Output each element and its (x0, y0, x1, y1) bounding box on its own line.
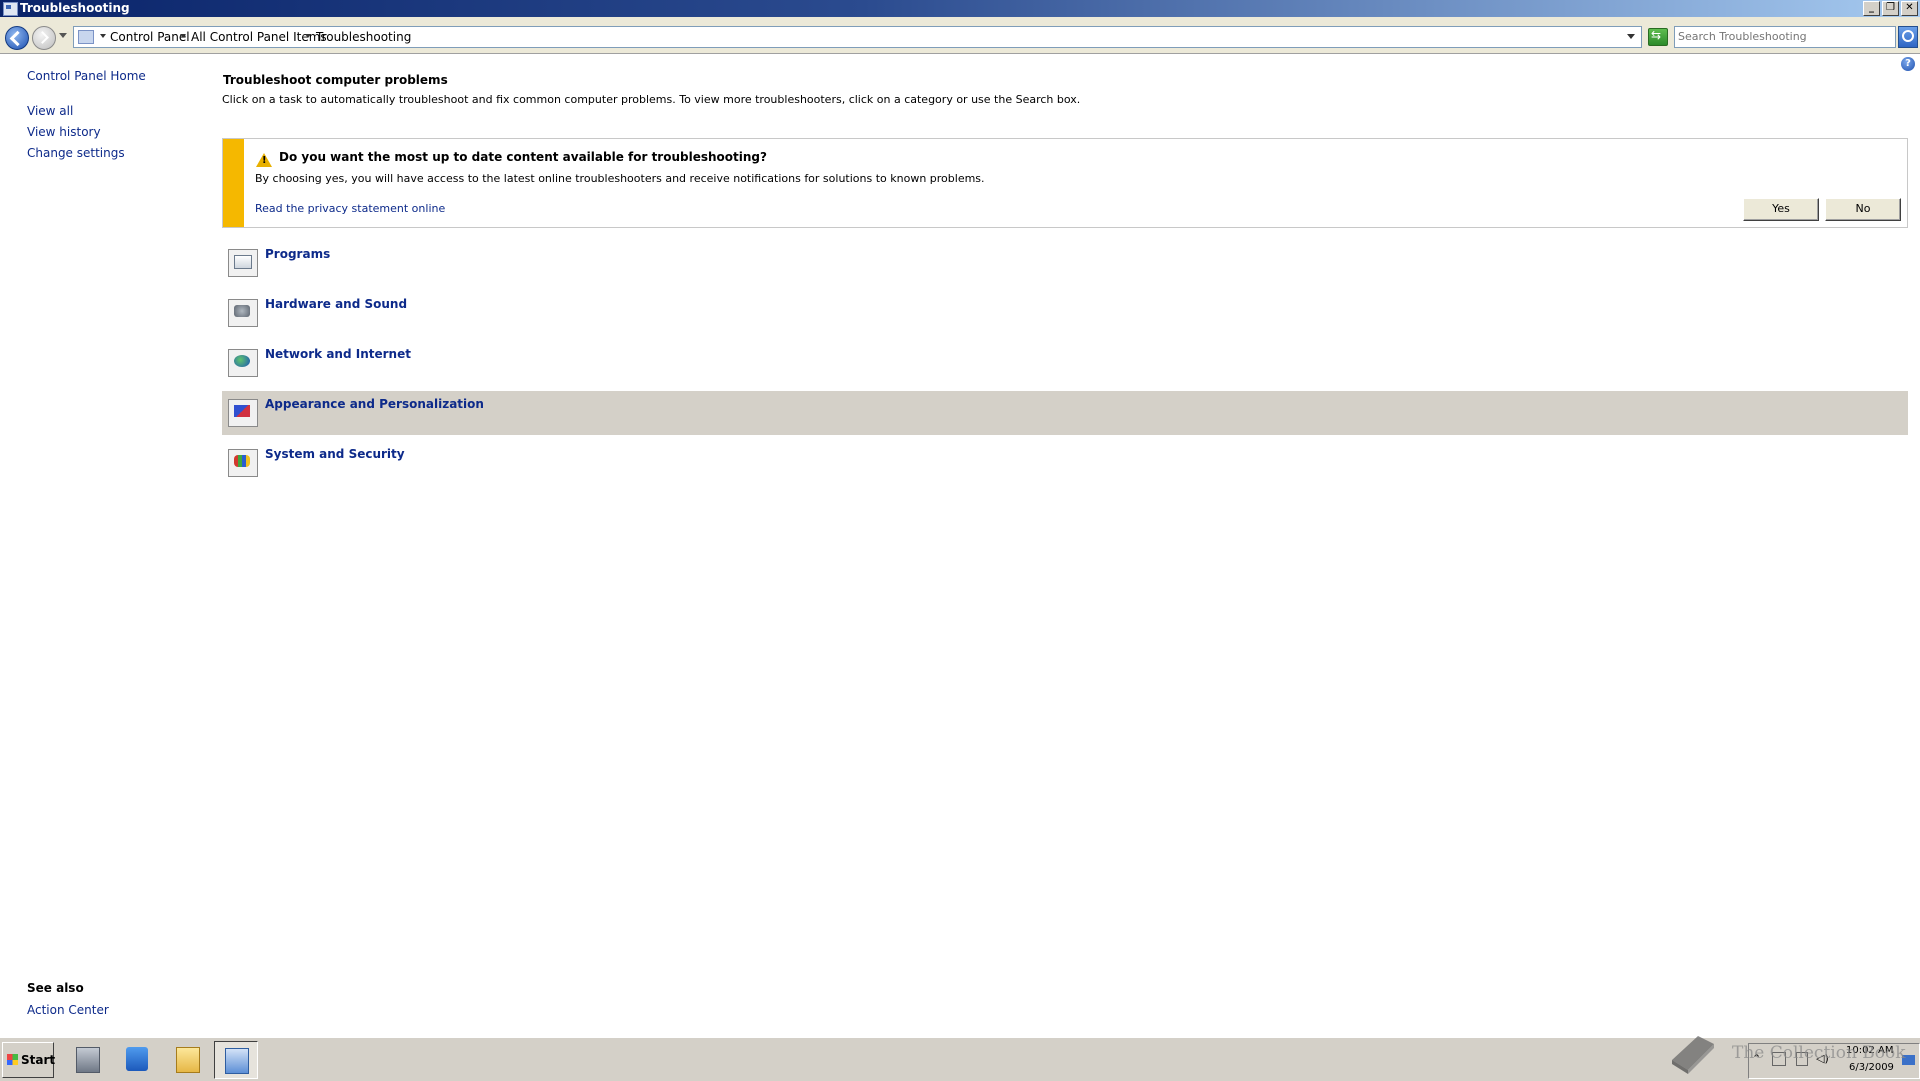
server-manager-taskbar-icon[interactable] (66, 1041, 108, 1077)
category-system-security[interactable]: System and Security (222, 441, 1908, 485)
window-controls: _ ❐ ✕ (1863, 1, 1918, 16)
control-panel-icon[interactable] (3, 2, 18, 16)
powershell-taskbar-icon[interactable] (116, 1041, 158, 1077)
system-security-icon (228, 449, 258, 477)
privacy-statement-link[interactable]: Read the privacy statement online (255, 202, 445, 215)
window-title: Troubleshooting (20, 1, 130, 15)
forward-button[interactable] (32, 26, 56, 50)
change-settings-link[interactable]: Change settings (27, 146, 125, 160)
page-title: Troubleshoot computer problems (223, 73, 448, 87)
category-network-internet[interactable]: Network and Internet (222, 341, 1908, 385)
clock-date[interactable]: 6/3/2009 (1849, 1062, 1894, 1073)
category-label[interactable]: Network and Internet (265, 347, 411, 361)
back-button[interactable] (5, 26, 29, 50)
recent-pages-arrow-icon[interactable] (59, 33, 67, 38)
control-panel-taskbar-icon[interactable] (214, 1041, 258, 1079)
refresh-icon[interactable] (1648, 28, 1668, 46)
chevron-down-icon[interactable] (305, 34, 311, 38)
category-label[interactable]: Programs (265, 247, 330, 261)
title-bar: Troubleshooting _ ❐ ✕ (0, 0, 1920, 17)
address-box[interactable]: Control Panel All Control Panel Items Tr… (73, 26, 1642, 48)
explorer-taskbar-icon[interactable] (166, 1041, 208, 1077)
no-button[interactable]: No (1825, 198, 1901, 221)
breadcrumb-troubleshooting[interactable]: Troubleshooting (316, 29, 411, 45)
search-input[interactable] (1678, 29, 1888, 44)
search-icon[interactable] (1898, 26, 1918, 48)
online-content-infobar: Do you want the most up to date content … (222, 138, 1908, 228)
minimize-button[interactable]: _ (1863, 1, 1880, 16)
category-label[interactable]: System and Security (265, 447, 405, 461)
hardware-sound-icon (228, 299, 258, 327)
chevron-down-icon[interactable] (180, 34, 186, 38)
windows-flag-icon (7, 1054, 18, 1065)
yes-button[interactable]: Yes (1743, 198, 1819, 221)
close-button[interactable]: ✕ (1901, 1, 1918, 16)
category-programs[interactable]: Programs (222, 241, 1908, 285)
view-all-link[interactable]: View all (27, 104, 73, 118)
address-dropdown-icon[interactable] (1627, 34, 1635, 39)
network-internet-icon (228, 349, 258, 377)
appearance-icon (228, 399, 258, 427)
category-label[interactable]: Appearance and Personalization (265, 397, 484, 411)
infobar-question: Do you want the most up to date content … (279, 150, 767, 164)
infobar-description: By choosing yes, you will have access to… (255, 172, 985, 185)
help-icon[interactable]: ? (1901, 57, 1915, 71)
see-also-heading: See also (27, 981, 84, 995)
chevron-down-icon[interactable] (100, 34, 106, 38)
taskbar: Start (0, 1036, 1920, 1081)
address-toolbar: Control Panel All Control Panel Items Tr… (0, 17, 1920, 54)
breadcrumb-control-panel[interactable]: Control Panel (110, 29, 190, 45)
programs-icon (228, 249, 258, 277)
warning-icon (256, 153, 272, 167)
book-watermark-icon (1672, 1036, 1714, 1074)
location-icon (78, 30, 94, 44)
start-label: Start (21, 1053, 56, 1067)
watermark-text: The Collection Book (1732, 1043, 1906, 1063)
category-label[interactable]: Hardware and Sound (265, 297, 407, 311)
infobar-stripe (223, 139, 244, 227)
control-panel-home-link[interactable]: Control Panel Home (27, 69, 146, 83)
restore-button[interactable]: ❐ (1882, 1, 1899, 16)
search-box[interactable] (1674, 26, 1896, 48)
action-center-link[interactable]: Action Center (27, 1003, 109, 1017)
view-history-link[interactable]: View history (27, 125, 101, 139)
page-description: Click on a task to automatically trouble… (222, 93, 1081, 106)
start-button[interactable]: Start (2, 1042, 56, 1078)
category-appearance-personalization[interactable]: Appearance and Personalization (222, 391, 1908, 435)
category-hardware-sound[interactable]: Hardware and Sound (222, 291, 1908, 335)
